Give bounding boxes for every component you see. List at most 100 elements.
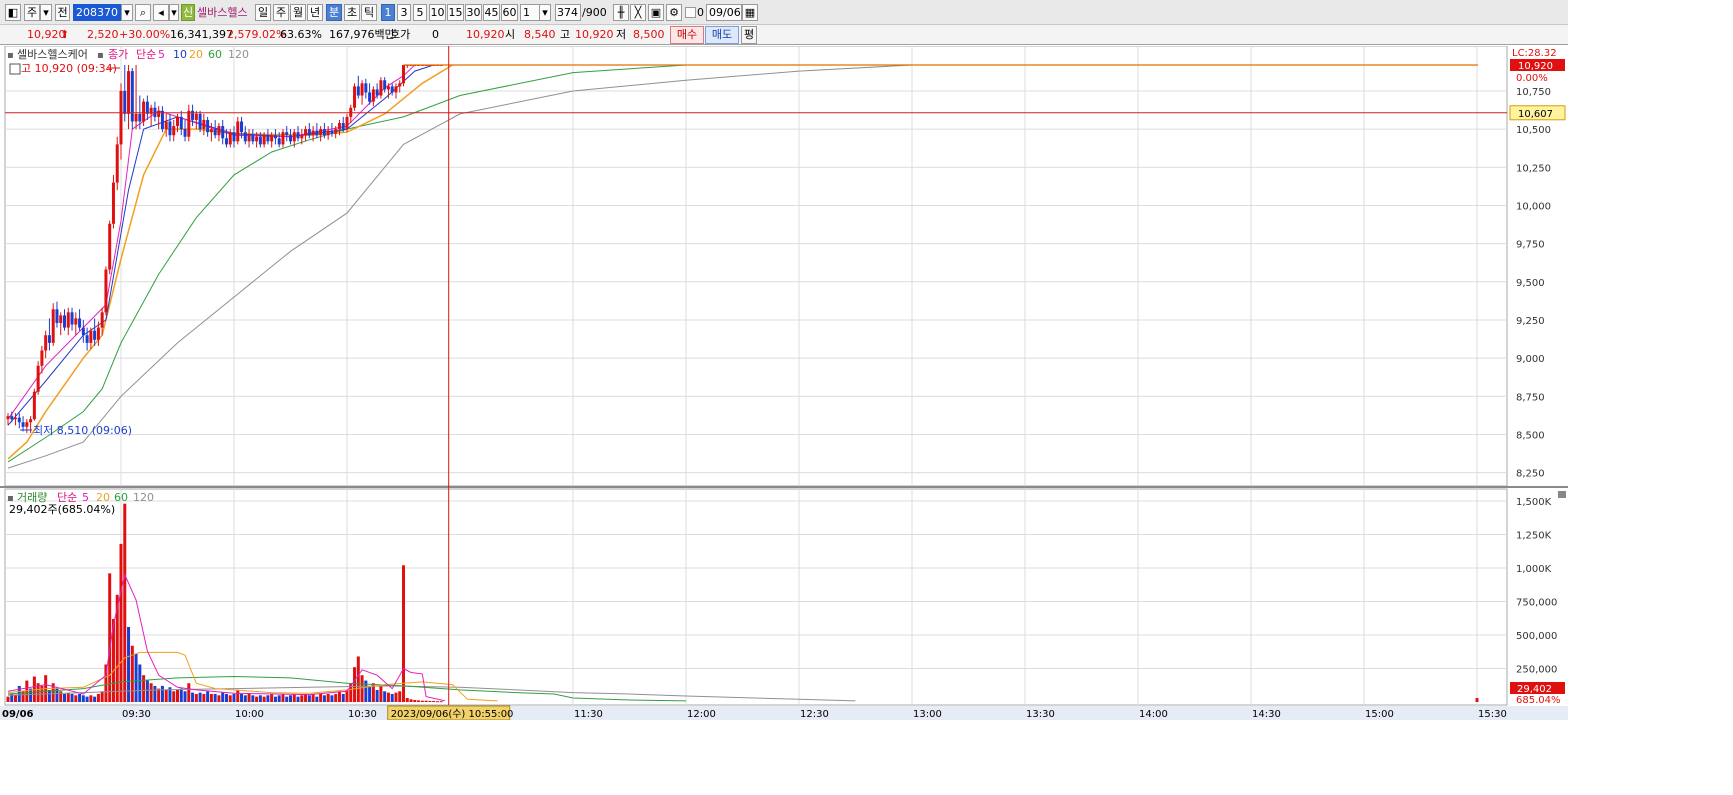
- volume-bar: [420, 700, 424, 702]
- volume-bar: [134, 653, 138, 702]
- checkbox[interactable]: [685, 7, 696, 18]
- price-tick-label: 8,250: [1516, 469, 1545, 480]
- candle-body: [40, 350, 44, 366]
- volume-bar: [206, 691, 210, 702]
- candle-body: [25, 422, 29, 427]
- interval-3[interactable]: 3: [397, 4, 411, 21]
- candle-type-icon[interactable]: ╫: [613, 4, 629, 21]
- x-tick-label: 15:30: [1478, 709, 1507, 720]
- speaker-dropdown-icon[interactable]: ▾: [169, 4, 179, 21]
- candle-body: [70, 312, 74, 325]
- up-arrow-icon: ⬆: [60, 28, 70, 41]
- volume-bar: [85, 696, 89, 702]
- eval-button[interactable]: 평: [741, 26, 757, 44]
- code-dropdown-icon[interactable]: ▾: [121, 4, 133, 21]
- interval-45[interactable]: 45: [483, 4, 500, 21]
- interval-15[interactable]: 15: [447, 4, 464, 21]
- save-icon[interactable]: ▣: [648, 4, 664, 21]
- candle-body: [289, 135, 292, 142]
- gear-icon[interactable]: ⚙: [666, 4, 682, 21]
- volume-bar: [435, 701, 439, 703]
- candle-body: [172, 126, 176, 136]
- candle-body: [292, 132, 296, 142]
- volume-bar: [89, 695, 93, 702]
- open-label: 시: [505, 28, 516, 41]
- x-tick-label: 12:00: [687, 709, 716, 720]
- period-minute[interactable]: 분: [326, 4, 342, 21]
- candle-body: [322, 129, 326, 136]
- volume-bar: [25, 680, 29, 702]
- period-second[interactable]: 초: [344, 4, 360, 21]
- top-toolbar: ◧ 주 ▾ 전 208370 ▾ ⌕ ◂ ▾ 신 셀바스헬스 일 주 월 년 분…: [0, 0, 1568, 25]
- volume-bar: [213, 693, 217, 702]
- volume-bar: [262, 696, 266, 702]
- volume-bar: [281, 693, 285, 702]
- new-listing-badge: 신: [181, 4, 195, 21]
- candle-body: [179, 116, 183, 130]
- volume-bar: [164, 689, 168, 702]
- volume-bar: [142, 675, 146, 702]
- candle-body: [402, 65, 405, 84]
- volume-bar: [413, 699, 417, 702]
- volume-bar: [386, 692, 390, 702]
- layout-icon[interactable]: ◧: [5, 4, 21, 21]
- prev-button[interactable]: 전: [55, 4, 70, 21]
- candle-body: [337, 123, 341, 130]
- speaker-icon[interactable]: ◂: [153, 4, 169, 21]
- candle-body: [236, 121, 240, 142]
- chevron-down-icon[interactable]: ▾: [40, 4, 52, 21]
- chart-area[interactable]: 10,920 LC:28.32 0.00% 10,607 고 10,920 (09:34…: [0, 46, 1568, 720]
- volume-bar: [130, 645, 134, 702]
- candle-body: [160, 110, 164, 130]
- price-tick-label: 10,750: [1516, 87, 1551, 98]
- grid: [0, 46, 1568, 720]
- period-year[interactable]: 년: [307, 4, 323, 21]
- interval-1[interactable]: 1: [381, 4, 395, 21]
- volume-bar: [232, 693, 236, 702]
- mode-button[interactable]: 주: [24, 4, 40, 21]
- candle-body: [232, 132, 236, 142]
- period-tick[interactable]: 틱: [361, 4, 377, 21]
- candle-body: [255, 136, 259, 142]
- volume-bar: [153, 685, 157, 702]
- candle-body: [360, 83, 364, 96]
- x-tick-label: 09:30: [122, 709, 151, 720]
- price-tick-label: 10,500: [1516, 125, 1551, 136]
- interval-60[interactable]: 60: [501, 4, 518, 21]
- interval-dropdown-icon[interactable]: ▾: [539, 4, 551, 21]
- count-input[interactable]: 374: [555, 4, 581, 21]
- price-ma-period-10: 10: [173, 48, 187, 61]
- count-value: 374: [557, 6, 578, 19]
- volume-tick-label: 250,000: [1516, 665, 1557, 676]
- volume-ma5-line: [7, 573, 446, 702]
- line-type-icon[interactable]: ╳: [630, 4, 646, 21]
- interval-10[interactable]: 10: [429, 4, 446, 21]
- code-input[interactable]: 208370: [73, 4, 121, 21]
- period-month[interactable]: 월: [290, 4, 306, 21]
- interval-30[interactable]: 30: [465, 4, 482, 21]
- price-ma5-line: [7, 64, 416, 420]
- search-icon[interactable]: ⌕: [135, 4, 151, 21]
- candle-body: [206, 119, 210, 133]
- interval-5[interactable]: 5: [413, 4, 427, 21]
- volume-bar: [326, 693, 330, 702]
- volume-bar: [119, 543, 123, 702]
- volume-bar: [356, 656, 360, 702]
- candle-body: [164, 121, 168, 130]
- price-tick-label: 9,000: [1516, 354, 1545, 365]
- buy-button[interactable]: 매수: [670, 26, 704, 44]
- calendar-icon[interactable]: ▦: [742, 4, 758, 21]
- interval-select[interactable]: 1: [520, 4, 540, 21]
- sell-button[interactable]: 매도: [705, 26, 739, 44]
- x-tick-label: 14:30: [1252, 709, 1281, 720]
- panel-handle-icon: ▪: [97, 50, 104, 61]
- volume-bar: [428, 700, 432, 702]
- date-input[interactable]: 09/06: [706, 4, 742, 21]
- volume-bar: [300, 695, 304, 702]
- candle-body: [364, 83, 368, 93]
- volume-bar: [1475, 698, 1479, 702]
- period-tick-label: 틱: [363, 6, 375, 19]
- period-week[interactable]: 주: [273, 4, 289, 21]
- period-day[interactable]: 일: [255, 4, 271, 21]
- volume-bar: [176, 689, 179, 702]
